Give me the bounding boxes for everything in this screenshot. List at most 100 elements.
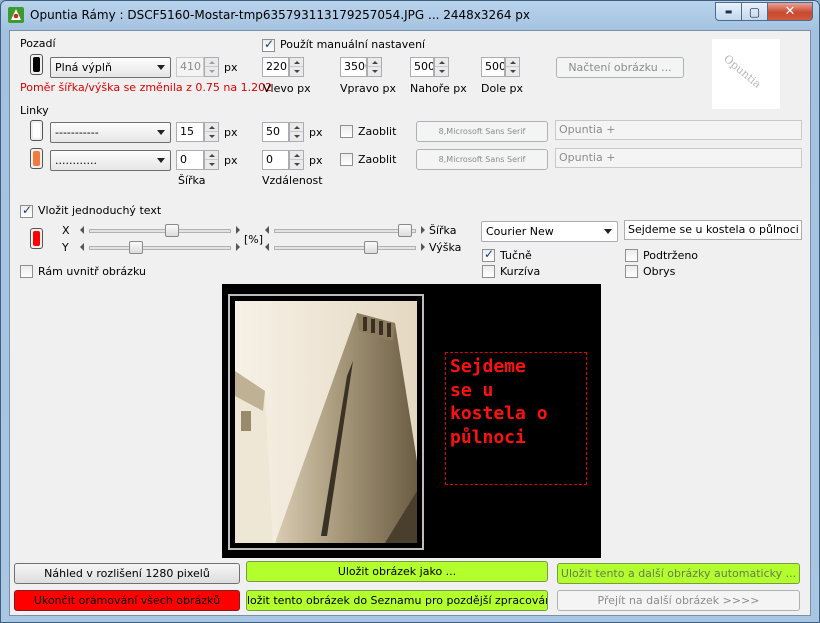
percent-label: [%]	[244, 233, 264, 246]
minimize-button[interactable]: ▬	[715, 2, 742, 21]
save-as-button[interactable]: Uložit obrázek jako ...	[246, 561, 548, 582]
x-slider-track	[89, 229, 231, 233]
frame-inside-checkbox[interactable]	[20, 265, 33, 278]
spin-down-icon[interactable]	[290, 160, 303, 169]
load-image-button[interactable]: Načtení obrázku ...	[556, 57, 684, 78]
spin-down-icon[interactable]	[290, 67, 303, 76]
client-area: Pozadí Plná výplň 410 px Poměr šířka/výš…	[9, 30, 811, 616]
text-color-fill	[33, 231, 40, 246]
outline-checkbox[interactable]	[625, 265, 638, 278]
spin-up-icon[interactable]	[435, 58, 448, 67]
spin-down-icon[interactable]	[205, 132, 218, 141]
text-height-slider[interactable]	[265, 238, 425, 258]
background-color-fill	[33, 57, 40, 72]
right-margin-input[interactable]: 3500	[340, 57, 367, 77]
bottom-margin-input[interactable]: 500	[481, 57, 505, 77]
spin-up-icon[interactable]	[290, 123, 303, 132]
line2-width-spinner[interactable]	[204, 150, 219, 170]
line1-distance-unit: px	[309, 126, 323, 139]
bottom-margin-spinner[interactable]	[505, 57, 520, 77]
y-position-slider[interactable]	[80, 238, 240, 258]
save-to-list-button[interactable]: Uložit tento obrázek do Seznamu pro pozd…	[246, 590, 548, 611]
line1-text-input[interactable]: Opuntia +	[555, 120, 802, 140]
slider-right-arrow-icon[interactable]	[421, 243, 425, 251]
manual-settings-checkbox[interactable]	[262, 37, 275, 52]
spin-down-icon[interactable]	[205, 67, 218, 76]
insert-text-checkbox[interactable]	[20, 203, 33, 218]
line1-width-spinner[interactable]	[204, 122, 219, 142]
slider-left-arrow-icon[interactable]	[265, 226, 269, 234]
line1-style-select[interactable]: -----------	[50, 122, 171, 143]
image-preview[interactable]: Sejdeme se u kostela o půlnoci	[222, 284, 601, 558]
maximize-button[interactable]: ▢	[742, 2, 768, 21]
background-fill-select[interactable]: Plná výplň	[50, 57, 171, 78]
slider-right-arrow-icon[interactable]	[236, 226, 240, 234]
spin-down-icon[interactable]	[435, 67, 448, 76]
line1-distance-spinner[interactable]	[289, 122, 304, 142]
line2-distance-unit: px	[309, 154, 323, 167]
spin-up-icon[interactable]	[290, 151, 303, 160]
title-bar[interactable]: Opuntia Rámy : DSCF5160-Mostar-tmp635793…	[1, 1, 819, 29]
close-button[interactable]: ✕	[768, 2, 813, 21]
slider-right-arrow-icon[interactable]	[421, 226, 425, 234]
line1-distance-input[interactable]: 50	[262, 122, 289, 142]
italic-checkbox[interactable]	[482, 265, 495, 278]
font-select[interactable]: Courier New	[481, 221, 618, 242]
slider-left-arrow-icon[interactable]	[265, 243, 269, 251]
spin-down-icon[interactable]	[290, 132, 303, 141]
line2-distance-input[interactable]: 0	[262, 150, 289, 170]
quit-framing-button[interactable]: Ukončit orámování všech obrázků	[14, 590, 240, 611]
line2-style-select[interactable]: ............	[50, 150, 171, 171]
preview-1280-button[interactable]: Náhled v rozlišení 1280 pixelů	[14, 563, 240, 584]
line1-color-swatch[interactable]	[30, 120, 43, 141]
line2-round-checkbox[interactable]	[340, 153, 353, 166]
spin-down-icon[interactable]	[506, 67, 519, 76]
spin-up-icon[interactable]	[205, 123, 218, 132]
spin-down-icon[interactable]	[205, 160, 218, 169]
left-margin-spinner[interactable]	[289, 57, 304, 77]
top-margin-label: Nahoře px	[410, 82, 467, 95]
x-slider-thumb[interactable]	[164, 224, 179, 237]
background-size-input[interactable]: 410	[176, 57, 204, 77]
overlay-preview-text: Sejdeme se u kostela o půlnoci	[450, 356, 548, 448]
top-margin-input[interactable]: 500	[410, 57, 434, 77]
y-slider-thumb[interactable]	[128, 241, 143, 254]
top-margin-spinner[interactable]	[434, 57, 449, 77]
right-margin-spinner[interactable]	[367, 57, 382, 77]
lines-label: Linky	[20, 104, 49, 117]
logo-text: Opuntia	[721, 52, 764, 91]
slider-right-arrow-icon[interactable]	[236, 243, 240, 251]
save-auto-button[interactable]: Uložit tento a další obrázky automaticky…	[557, 563, 800, 584]
line2-text-input[interactable]: Opuntia +	[555, 148, 802, 168]
spin-up-icon[interactable]	[205, 58, 218, 67]
background-color-swatch[interactable]	[30, 54, 43, 75]
line2-color-swatch[interactable]	[30, 148, 43, 169]
left-margin-input[interactable]: 220	[262, 57, 289, 77]
height-slider-thumb[interactable]	[363, 241, 378, 254]
background-size-spinner[interactable]	[204, 57, 219, 77]
slider-left-arrow-icon[interactable]	[80, 243, 84, 251]
spin-up-icon[interactable]	[290, 58, 303, 67]
line1-width-input[interactable]: 15	[176, 122, 204, 142]
italic-label: Kurzíva	[500, 265, 541, 278]
next-image-button[interactable]: Přejít na další obrázek >>>>	[557, 590, 800, 611]
bold-label: Tučně	[500, 249, 532, 262]
line1-round-checkbox[interactable]	[340, 125, 353, 138]
line2-width-input[interactable]: 0	[176, 150, 204, 170]
spin-up-icon[interactable]	[506, 58, 519, 67]
line2-font-button[interactable]: 8,Microsoft Sans Serif	[416, 149, 548, 170]
overlay-text-box[interactable]: Sejdeme se u kostela o půlnoci	[445, 352, 587, 485]
line1-font-button[interactable]: 8,Microsoft Sans Serif	[416, 121, 548, 142]
underline-checkbox[interactable]	[625, 249, 638, 262]
spin-down-icon[interactable]	[368, 67, 381, 76]
line2-distance-spinner[interactable]	[289, 150, 304, 170]
line2-color-fill	[33, 151, 40, 166]
bold-checkbox[interactable]	[482, 247, 495, 262]
spin-up-icon[interactable]	[368, 58, 381, 67]
text-color-swatch[interactable]	[30, 228, 43, 249]
bottom-margin-label: Dole px	[481, 82, 524, 95]
spin-up-icon[interactable]	[205, 151, 218, 160]
width-slider-thumb[interactable]	[398, 224, 413, 237]
overlay-text-input[interactable]: Sejdeme se u kostela o půlnoci	[624, 220, 802, 240]
slider-left-arrow-icon[interactable]	[80, 226, 84, 234]
